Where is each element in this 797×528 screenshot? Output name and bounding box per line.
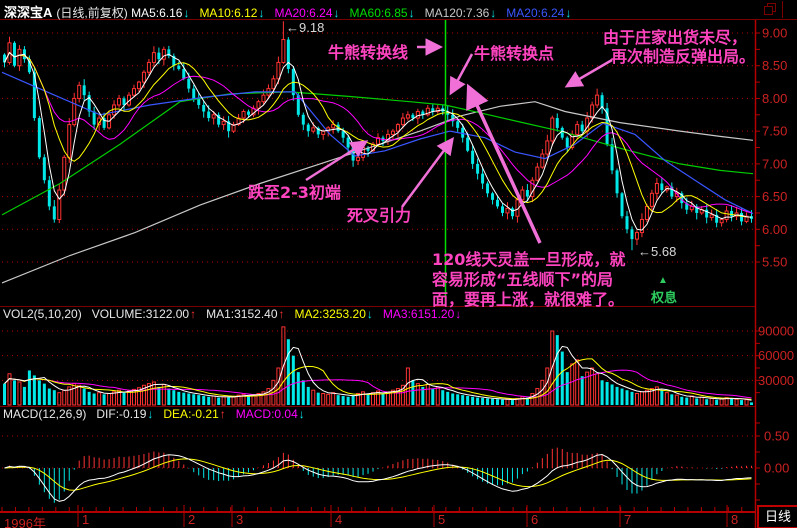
annotation-fall-label: 跌至2-3初端 [248,179,341,203]
indicator-value: MA20:6.24 [506,6,564,20]
svg-text:6.50: 6.50 [762,189,787,204]
down-arrow-icon: ↓ [299,407,305,421]
indicator-value: MA60:6.85 [350,6,408,20]
svg-text:8.00: 8.00 [762,91,787,106]
svg-text:1: 1 [82,512,89,527]
annotation-bull-bear-line: 牛熊转换线 [328,39,408,63]
macd-pane-header: MACD(12,26,9)DIF:-0.19↓DEA:-0.21↑MACD:0.… [3,407,305,421]
indicator-value: MACD(12,26,9) [3,407,86,421]
indicator-value: MA120:7.36 [425,6,490,20]
svg-text:2: 2 [188,512,195,527]
indicator-value: MA2:3253.20 [295,307,366,321]
low-price-label: ←5.68 [638,244,676,259]
indicator-value: DIF:-0.19 [96,407,146,421]
app-window: 9.00 8.50 8.00 7.50 7.00 6.50 6.00 5.50 90000 600… [0,0,797,528]
indicator-value: VOLUME:3122.00 [92,307,189,321]
svg-text:8: 8 [731,512,738,527]
svg-text:7.50: 7.50 [762,124,787,139]
macd-pane [5,448,752,503]
annotation-death-cross: 死叉引力 [347,202,411,226]
svg-text:8.50: 8.50 [762,58,787,73]
volume-ma-lines [5,346,752,400]
indicator-value: MA5:6.16 [131,6,182,20]
volume-pane-header: VOL2(5,10,20)VOLUME:3122.00↑MA1:3152.40↑… [3,307,461,321]
macd-indicator-readouts: MACD(12,26,9)DIF:-0.19↓DEA:-0.21↑MACD:0.… [3,407,305,421]
down-arrow-icon: ↓ [490,6,496,20]
svg-text:7: 7 [624,512,631,527]
chart-header: 深深宝A(日线,前复权) MA5:6.16↓MA10:6.12↓MA20:6.2… [4,2,571,18]
up-arrow-icon: ↑ [220,407,226,421]
stock-name: 深深宝A [4,5,52,20]
annotation-skullcap-line3: 面，要再上涨，就很难了。 [432,286,624,310]
svg-text:7.00: 7.00 [762,156,787,171]
restore-window-icon[interactable] [764,3,776,15]
down-arrow-icon: ↓ [147,407,153,421]
down-arrow-icon: ↓ [367,307,373,321]
svg-text:4: 4 [335,512,342,527]
down-arrow-icon: ↓ [409,6,415,20]
header-divider [782,1,783,18]
chart-canvas[interactable]: 9.00 8.50 8.00 7.50 7.00 6.50 6.00 5.50 90000 600… [0,0,797,528]
indicator-value: VOL2(5,10,20) [3,307,82,321]
volume-indicator-readouts: VOL2(5,10,20)VOLUME:3122.00↑MA1:3152.40↑… [3,307,461,321]
up-arrow-icon: ↑ [279,307,285,321]
down-arrow-icon: ↓ [258,6,264,20]
svg-text:30000: 30000 [758,373,794,388]
up-arrow-icon: ↑ [190,307,196,321]
down-arrow-icon: ↓ [183,6,189,20]
year-label: 1996年 [4,513,46,528]
rights-marker-icon[interactable]: ▲ [658,275,668,286]
svg-text:5.50: 5.50 [762,255,787,270]
svg-text:3: 3 [236,512,243,527]
indicator-value: DEA:-0.21 [163,407,218,421]
frame-lines [0,20,797,528]
main-indicator-readouts: MA5:6.16↓MA10:6.12↓MA20:6.24↓MA60:6.85↓M… [131,6,571,20]
annotation-bull-bear-point: 牛熊转换点 [474,40,554,64]
svg-text:0.00: 0.00 [764,461,789,476]
chart-mode-label: (日线,前复权) [56,6,127,20]
indicator-value: MA1:3152.40 [206,307,277,321]
svg-text:6: 6 [531,512,538,527]
peak-price-label: ←9.18 [286,20,324,35]
down-arrow-icon: ↓ [565,6,571,20]
svg-text:0.50: 0.50 [764,429,789,444]
svg-text:60000: 60000 [758,348,794,363]
annotation-dealer-line2: 再次制造反弹出局。 [611,43,755,67]
svg-text:9.00: 9.00 [762,26,787,41]
down-arrow-icon: ↓ [334,6,340,20]
period-daily-button[interactable]: 日线 [757,505,797,528]
indicator-value: MA10:6.12 [199,6,257,20]
indicator-value: MACD:0.04 [236,407,298,421]
svg-text:90000: 90000 [758,324,794,339]
svg-text:5: 5 [438,512,445,527]
rights-label[interactable]: 权息 [651,287,677,306]
svg-text:6.00: 6.00 [762,222,787,237]
indicator-value: MA20:6.24 [274,6,332,20]
